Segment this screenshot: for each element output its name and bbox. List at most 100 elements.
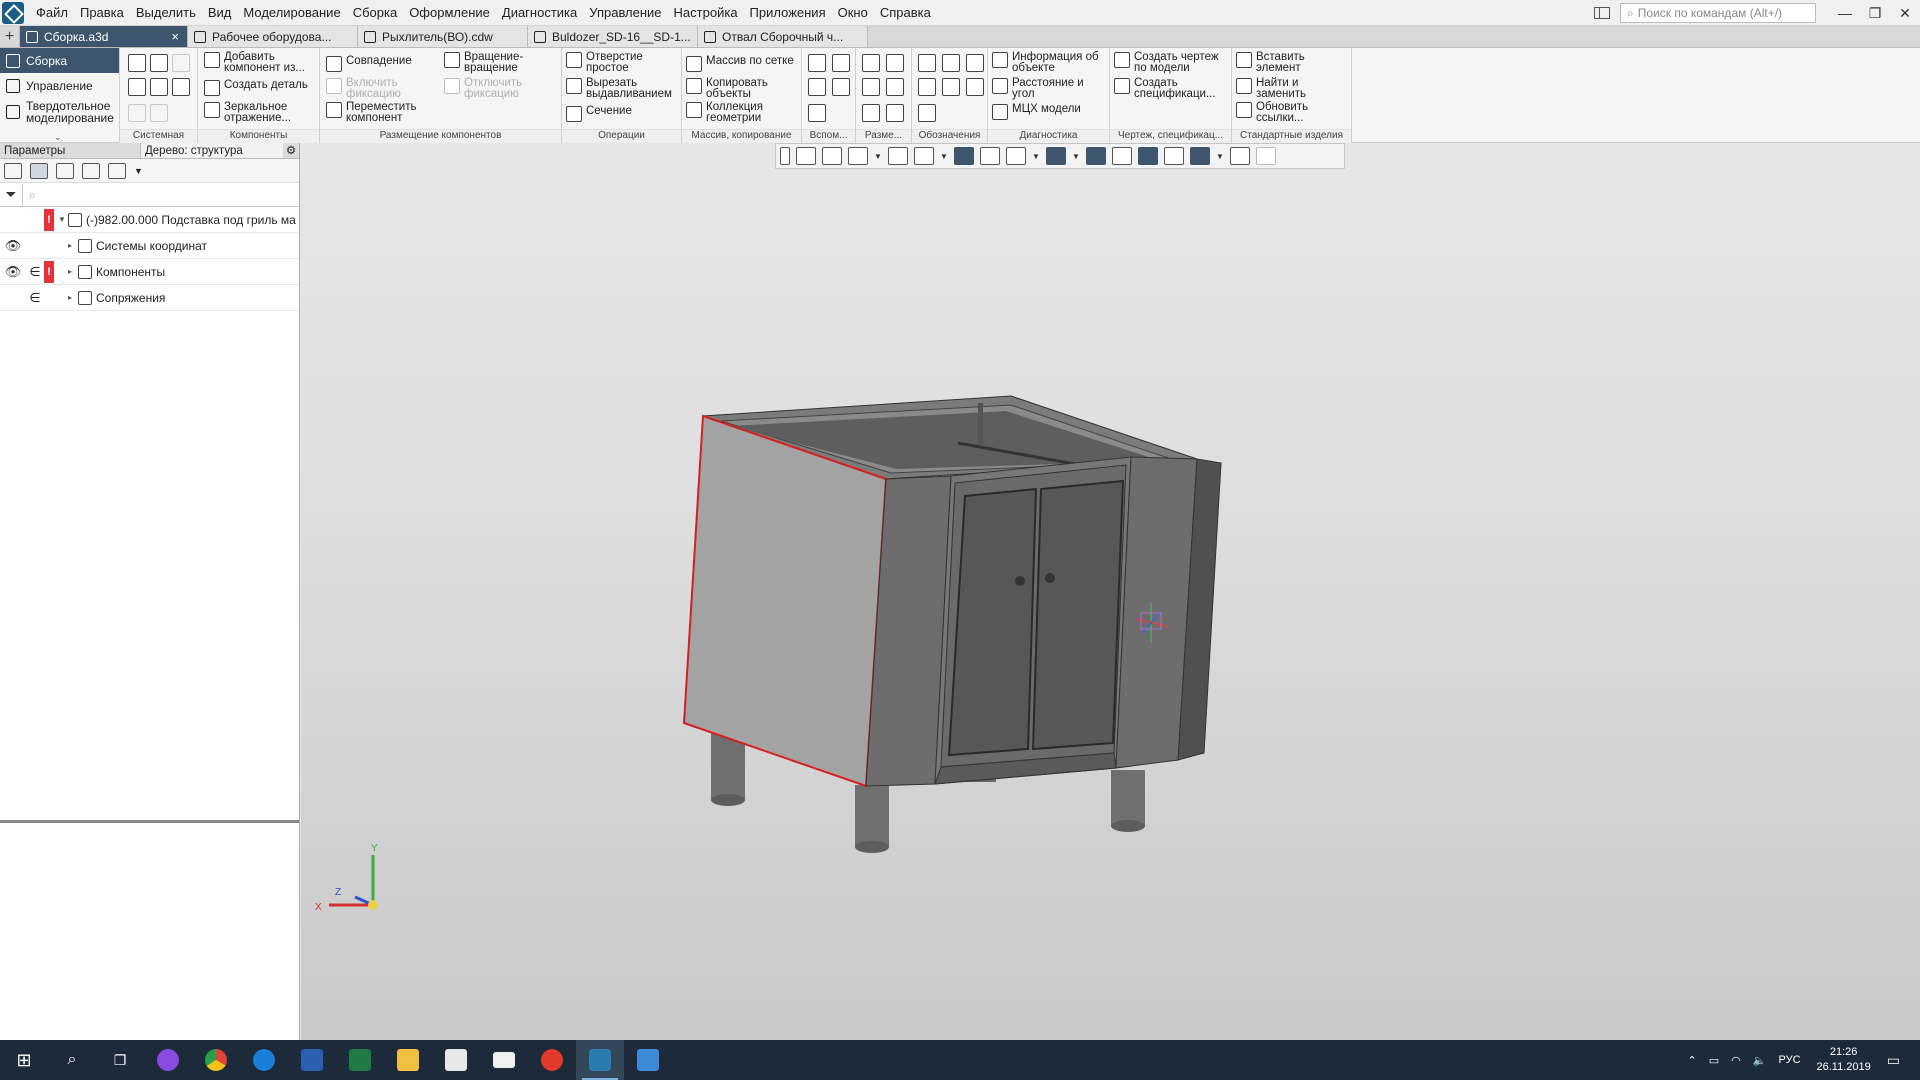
radius-dim-icon[interactable] <box>862 78 880 96</box>
datum-icon[interactable] <box>918 78 936 96</box>
cut-extrude-button[interactable]: Вырезать выдавливанием <box>566 77 680 100</box>
tab-tree-structure[interactable]: Дерево: структура <box>140 143 283 158</box>
tree-search-input[interactable]: ⌕ <box>22 183 299 206</box>
menu-modeling[interactable]: Моделирование <box>237 5 346 20</box>
menu-view[interactable]: Вид <box>202 5 238 20</box>
add-component-button[interactable]: Добавить компонент из... <box>204 51 318 74</box>
mail-button[interactable] <box>480 1040 528 1080</box>
redo-icon[interactable] <box>150 104 168 122</box>
cabinet-3d-model[interactable]: Y X Z <box>301 143 1920 1040</box>
tab-assembly[interactable]: Сборка.a3d × <box>20 26 188 47</box>
word-button[interactable] <box>288 1040 336 1080</box>
preview-icon[interactable] <box>150 78 168 96</box>
undo-icon[interactable] <box>128 104 146 122</box>
explorer-button[interactable] <box>384 1040 432 1080</box>
tab-work-equipment[interactable]: Рабочее оборудова... <box>188 26 358 47</box>
clock[interactable]: 21:26 26.11.2019 <box>1817 1045 1871 1075</box>
auto-dim-icon[interactable] <box>862 104 880 122</box>
panel-splitter[interactable] <box>0 820 299 823</box>
expand-arrow-icon[interactable]: ▸ <box>68 267 78 276</box>
tab-buldozer[interactable]: Buldozer_SD-16__SD-1... <box>528 26 698 47</box>
tree-row-root[interactable]: ! ▼ (-)982.00.000 Подставка под гриль ма <box>0 207 299 233</box>
chrome-button[interactable] <box>192 1040 240 1080</box>
menu-select[interactable]: Выделить <box>130 5 202 20</box>
diameter-dim-icon[interactable] <box>886 54 904 72</box>
new-doc-icon[interactable] <box>128 54 146 72</box>
create-spec-button[interactable]: Создать спецификаци... <box>1114 77 1230 100</box>
leader-icon[interactable] <box>918 54 936 72</box>
menu-file[interactable]: Файл <box>30 5 74 20</box>
geom-collection-button[interactable]: Коллекция геометрии <box>686 101 800 124</box>
wifi-icon[interactable]: ◠ <box>1731 1054 1741 1067</box>
notifications-icon[interactable]: ▭ <box>1887 1052 1900 1069</box>
tolerance-icon[interactable] <box>966 54 984 72</box>
aux-cs-icon[interactable] <box>832 78 850 96</box>
menu-settings[interactable]: Настройка <box>668 5 744 20</box>
roughness-icon[interactable] <box>942 54 960 72</box>
update-links-button[interactable]: Обновить ссылки... <box>1236 101 1350 124</box>
chamfer-dim-icon[interactable] <box>886 104 904 122</box>
minimize-button[interactable]: — <box>1830 0 1860 26</box>
kompas-button[interactable] <box>576 1040 624 1080</box>
edge-button[interactable] <box>240 1040 288 1080</box>
store-button[interactable] <box>432 1040 480 1080</box>
filter-icon[interactable]: ⏷ <box>0 186 22 203</box>
mirror-button[interactable]: Зеркальное отражение... <box>204 101 318 124</box>
distance-angle-button[interactable]: Расстояние и угол <box>992 77 1108 100</box>
angle-dim-icon[interactable] <box>886 78 904 96</box>
structure-view-icon[interactable] <box>30 162 48 179</box>
object-info-button[interactable]: Информация об объекте <box>992 51 1108 74</box>
save-icon[interactable] <box>172 54 190 72</box>
enable-fix-button[interactable]: Включить фиксацию <box>326 77 436 100</box>
create-drawing-button[interactable]: Создать чертеж по модели <box>1114 51 1230 74</box>
menu-assembly[interactable]: Сборка <box>347 5 404 20</box>
print-icon[interactable] <box>128 78 146 96</box>
grid-array-button[interactable]: Массив по сетке <box>686 55 800 72</box>
include-icon[interactable]: ∈ <box>26 290 44 306</box>
tree-row-mates[interactable]: ∈ ▸ Сопряжения <box>0 285 299 311</box>
expand-arrow-icon[interactable]: ▸ <box>68 293 78 302</box>
copy-objects-button[interactable]: Копировать объекты <box>686 77 800 100</box>
chevron-up-icon[interactable]: ⌃ <box>1688 1054 1697 1067</box>
excel-button[interactable] <box>336 1040 384 1080</box>
components-view-icon[interactable] <box>56 162 74 179</box>
collapse-arrow-icon[interactable]: ▼ <box>58 215 68 224</box>
menu-window[interactable]: Окно <box>832 5 874 20</box>
expand-chevron-icon[interactable]: ⌄ <box>54 132 62 143</box>
group-view-icon[interactable] <box>82 162 100 179</box>
tab-ripper-drawing[interactable]: Рыхлитель(ВО).cdw <box>358 26 528 47</box>
sort-view-icon[interactable] <box>108 162 126 179</box>
new-tab-button[interactable]: + <box>0 26 20 47</box>
tab-close-icon[interactable]: × <box>171 29 179 44</box>
mode-solid-modeling[interactable]: Твердотельное моделирование <box>0 98 119 126</box>
tab-blade-assembly[interactable]: Отвал Сборочный ч... <box>698 26 868 47</box>
yandex-button[interactable] <box>528 1040 576 1080</box>
start-button[interactable]: ⊞ <box>0 1040 48 1080</box>
menu-help[interactable]: Справка <box>874 5 937 20</box>
expand-arrow-icon[interactable]: ▸ <box>68 241 78 250</box>
coincidence-button[interactable]: Совпадение <box>326 55 436 72</box>
section-button[interactable]: Сечение <box>566 105 680 122</box>
search-button[interactable]: ⌕ <box>48 1040 96 1080</box>
move-component-button[interactable]: Переместить компонент <box>326 101 436 124</box>
mode-management[interactable]: Управление <box>0 73 119 98</box>
tree-row-coordinate-systems[interactable]: 👁 ▸ Системы координат <box>0 233 299 259</box>
battery-icon[interactable]: ▭ <box>1709 1054 1719 1067</box>
create-part-button[interactable]: Создать деталь <box>204 79 318 96</box>
aux-axis-icon[interactable] <box>832 54 850 72</box>
hole-button[interactable]: Отверстие простое <box>566 51 680 74</box>
aux-point-icon[interactable] <box>808 78 826 96</box>
restore-button[interactable]: ❐ <box>1860 0 1890 26</box>
linear-dim-icon[interactable] <box>862 54 880 72</box>
find-replace-button[interactable]: Найти и заменить <box>1236 77 1350 100</box>
close-button[interactable]: ✕ <box>1890 0 1920 26</box>
eye-icon[interactable]: 👁 <box>0 238 26 254</box>
tab-parameters[interactable]: Параметры <box>0 143 140 158</box>
aux-plane-icon[interactable] <box>808 54 826 72</box>
mark-icon[interactable] <box>918 104 936 122</box>
insert-element-button[interactable]: Вставить элемент <box>1236 51 1350 74</box>
disable-fix-button[interactable]: Отключить фиксацию <box>444 77 556 100</box>
save-all-icon[interactable] <box>172 78 190 96</box>
mode-assembly[interactable]: Сборка <box>0 48 119 73</box>
layout-icon[interactable] <box>1594 7 1610 19</box>
